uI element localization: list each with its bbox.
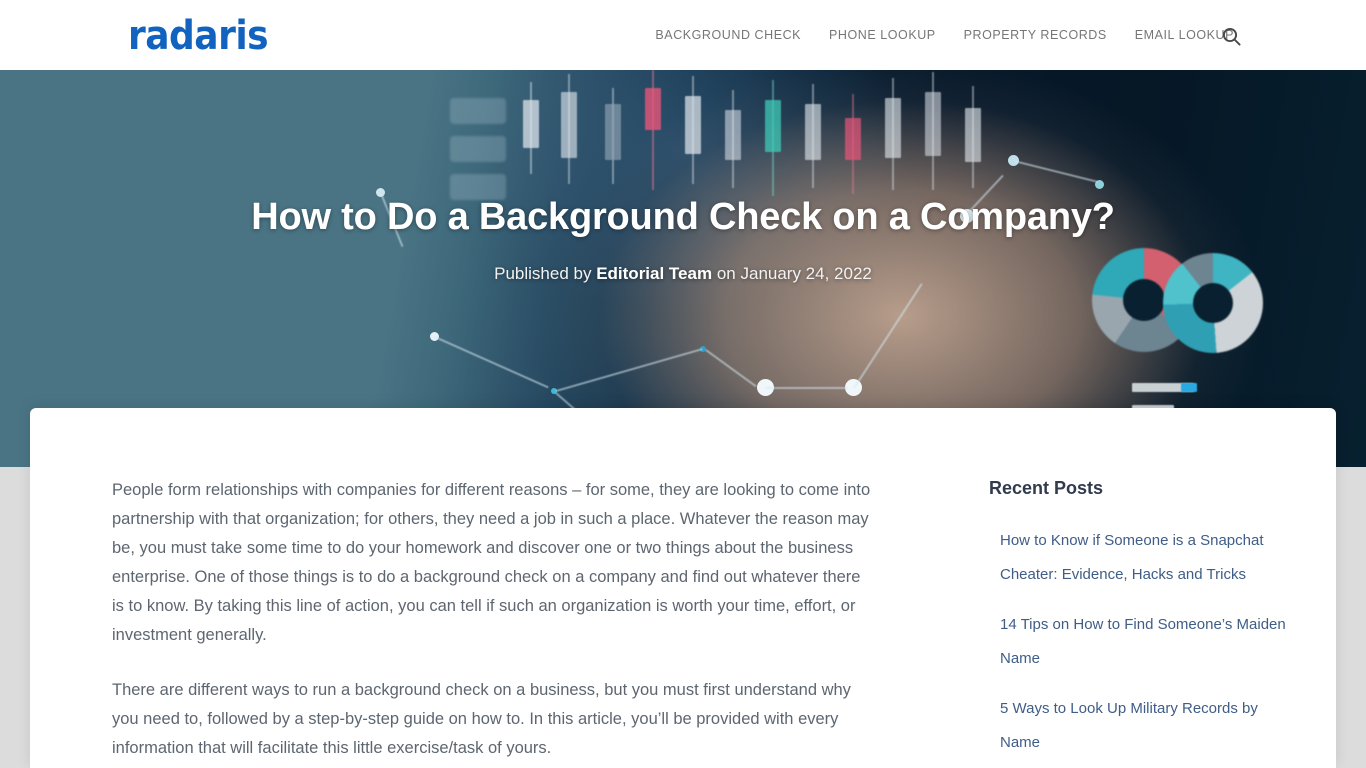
recent-post-link-2[interactable]: 14 Tips on How to Find Someone’s Maiden … xyxy=(1000,608,1289,676)
page-title: How to Do a Background Check on a Compan… xyxy=(251,196,1115,238)
recent-posts-list: How to Know if Someone is a Snapchat Che… xyxy=(989,524,1289,768)
nav-item-property-records[interactable]: PROPERTY RECORDS xyxy=(950,28,1121,42)
content-card: People form relationships with companies… xyxy=(30,408,1336,768)
byline-prefix: Published by xyxy=(494,264,592,283)
article-paragraph-1: People form relationships with companies… xyxy=(112,481,871,644)
byline-author: Editorial Team xyxy=(596,264,713,283)
list-item: 5 Ways to Look Up Military Records by Na… xyxy=(1000,692,1289,760)
nav-item-phone-lookup[interactable]: PHONE LOOKUP xyxy=(815,28,950,42)
recent-post-link-3[interactable]: 5 Ways to Look Up Military Records by Na… xyxy=(1000,692,1289,760)
main-navigation: BACKGROUND CHECK PHONE LOOKUP PROPERTY R… xyxy=(641,0,1248,70)
byline-date: January 24, 2022 xyxy=(740,264,872,283)
list-item: How to Know if Someone is a Snapchat Che… xyxy=(1000,524,1289,592)
page-root: radaris BACKGROUND CHECK PHONE LOOKUP PR… xyxy=(0,0,1366,768)
sidebar: Recent Posts How to Know if Someone is a… xyxy=(989,476,1289,768)
article-byline: Published by Editorial Team on January 2… xyxy=(0,262,1366,286)
recent-post-link-1[interactable]: How to Know if Someone is a Snapchat Che… xyxy=(1000,524,1289,592)
site-header: radaris BACKGROUND CHECK PHONE LOOKUP PR… xyxy=(0,0,1366,70)
article-body: People form relationships with companies… xyxy=(112,476,874,768)
card-inner: People form relationships with companies… xyxy=(30,408,1336,757)
search-icon xyxy=(1222,27,1241,46)
radaris-logo[interactable]: radaris xyxy=(128,14,269,58)
nav-item-background-check[interactable]: BACKGROUND CHECK xyxy=(641,28,815,42)
search-button[interactable] xyxy=(1218,23,1244,49)
article-paragraph-2: There are different ways to run a backgr… xyxy=(112,681,851,757)
byline-middle: on xyxy=(716,264,736,283)
list-item: 14 Tips on How to Find Someone’s Maiden … xyxy=(1000,608,1289,676)
recent-posts-heading: Recent Posts xyxy=(989,478,1104,498)
